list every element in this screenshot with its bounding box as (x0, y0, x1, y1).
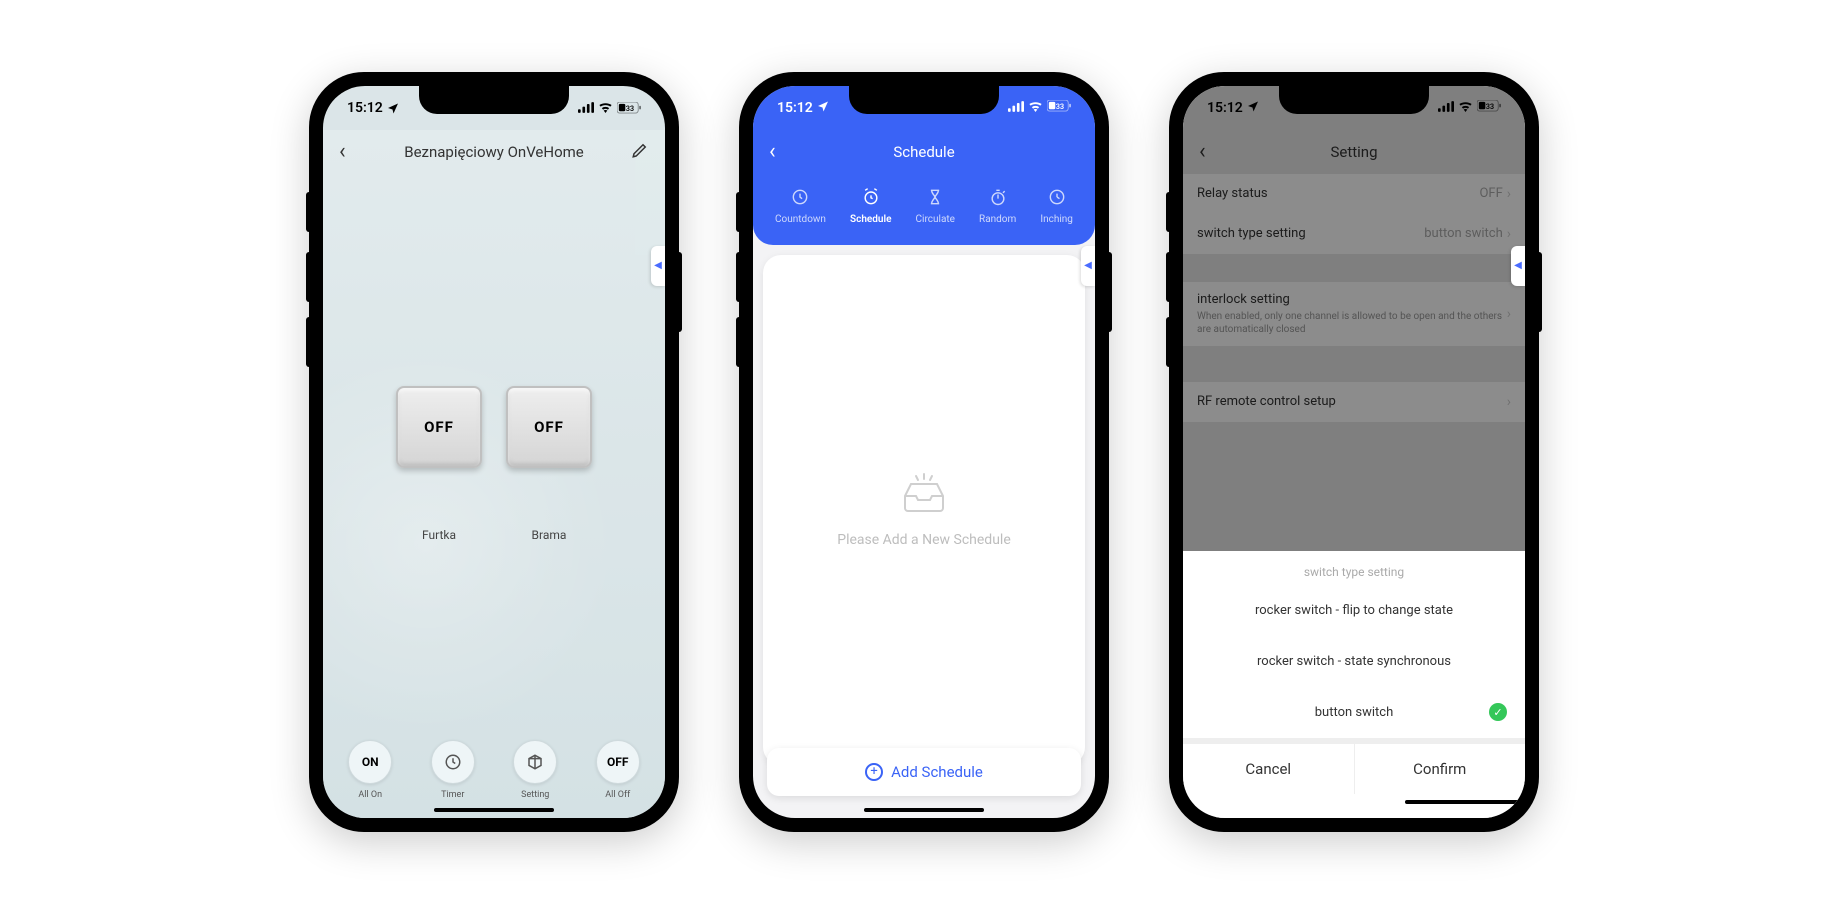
status-time: 15:12 (347, 100, 383, 116)
tab-random[interactable]: Random (979, 186, 1016, 225)
drawer-handle[interactable]: ◀ (1511, 246, 1525, 286)
tab-schedule[interactable]: Schedule (850, 186, 891, 225)
location-icon (817, 100, 829, 116)
schedule-list-empty: Please Add a New Schedule (763, 255, 1085, 765)
tab-circulate[interactable]: Circulate (916, 186, 955, 225)
notch (849, 86, 999, 114)
switch-2-button[interactable]: OFF (506, 386, 592, 468)
notch (1279, 86, 1429, 114)
battery-icon: 33 (617, 102, 641, 114)
stopwatch-icon (987, 186, 1009, 208)
switch-1-label: Furtka (396, 528, 482, 542)
home-indicator[interactable] (1405, 800, 1525, 804)
add-schedule-button[interactable]: + Add Schedule (767, 748, 1081, 796)
all-off-button[interactable]: OFF All Off (596, 740, 640, 800)
bottom-toolbar: ON All On Timer Setting OFF All Off (323, 740, 665, 800)
edit-button[interactable] (631, 141, 649, 163)
option-rocker-sync[interactable]: rocker switch - state synchronous (1183, 636, 1525, 687)
drawer-handle[interactable]: ◀ (651, 246, 665, 286)
screen-device-control: 15:12 33 ‹ Beznapięciowy OnVeHome ◀ OFF … (323, 86, 665, 818)
sheet-title: switch type setting (1183, 551, 1525, 585)
option-rocker-flip[interactable]: rocker switch - flip to change state (1183, 585, 1525, 636)
confirm-button[interactable]: Confirm (1354, 744, 1526, 794)
phone-frame-2: 15:12 33 ‹ Schedule Countdown (739, 72, 1109, 832)
phone-frame-3: 15:12 33 ‹ Setting Relay status OFF› (1169, 72, 1539, 832)
option-button-switch[interactable]: button switch ✓ (1183, 687, 1525, 738)
drawer-handle[interactable]: ◀ (1081, 246, 1095, 286)
switch-2-label: Brama (506, 528, 592, 542)
clock-icon (789, 186, 811, 208)
status-time: 15:12 (777, 100, 813, 116)
add-schedule-label: Add Schedule (891, 763, 983, 781)
tab-inching[interactable]: Inching (1040, 186, 1073, 225)
back-button[interactable]: ‹ (339, 139, 346, 164)
cellular-icon (578, 102, 594, 113)
home-indicator[interactable] (864, 808, 984, 812)
battery-icon: 33 (1047, 100, 1071, 116)
switch-2-state: OFF (534, 418, 564, 436)
alarm-icon (860, 186, 882, 208)
wifi-icon (598, 102, 613, 113)
schedule-tabs: Countdown Schedule Circulate Random Inch… (753, 174, 1095, 225)
wifi-icon (1028, 100, 1043, 116)
timer-button[interactable]: Timer (431, 740, 475, 800)
notch (419, 86, 569, 114)
page-title: Beznapięciowy OnVeHome (404, 143, 584, 161)
cube-icon (513, 740, 557, 784)
hourglass-icon (924, 186, 946, 208)
phone-frame-1: 15:12 33 ‹ Beznapięciowy OnVeHome ◀ OFF … (309, 72, 679, 832)
clock-icon (431, 740, 475, 784)
switch-type-sheet: switch type setting rocker switch - flip… (1183, 551, 1525, 818)
location-icon (387, 102, 399, 114)
all-on-button[interactable]: ON All On (348, 740, 392, 800)
empty-tray-icon (899, 472, 949, 520)
pulse-icon (1046, 186, 1068, 208)
cellular-icon (1008, 100, 1024, 116)
screen-schedule: 15:12 33 ‹ Schedule Countdown (753, 86, 1095, 818)
empty-message: Please Add a New Schedule (837, 532, 1011, 548)
room-background (323, 130, 665, 818)
all-on-icon: ON (348, 740, 392, 784)
home-indicator[interactable] (434, 808, 554, 812)
plus-icon: + (865, 763, 883, 781)
back-button[interactable]: ‹ (769, 139, 776, 164)
setting-button[interactable]: Setting (513, 740, 557, 800)
switch-1-state: OFF (424, 418, 454, 436)
header: ‹ Schedule (753, 130, 1095, 174)
tab-countdown[interactable]: Countdown (775, 186, 826, 225)
svg-text:33: 33 (626, 103, 634, 112)
cancel-button[interactable]: Cancel (1183, 744, 1354, 794)
all-off-icon: OFF (596, 740, 640, 784)
header: ‹ Beznapięciowy OnVeHome (323, 130, 665, 174)
switch-1-button[interactable]: OFF (396, 386, 482, 468)
page-title: Schedule (893, 143, 954, 161)
check-icon: ✓ (1489, 703, 1507, 721)
screen-setting: 15:12 33 ‹ Setting Relay status OFF› (1183, 86, 1525, 818)
svg-text:33: 33 (1056, 101, 1064, 110)
